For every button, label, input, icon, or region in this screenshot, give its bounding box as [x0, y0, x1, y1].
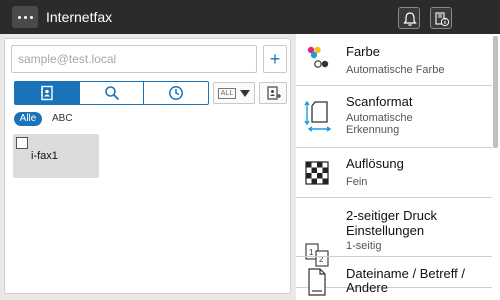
device-info-icon[interactable]	[430, 7, 452, 29]
address-entry-card[interactable]: i-fax1	[13, 134, 99, 178]
top-bar: Internetfax	[0, 0, 500, 34]
setting-duplex-title: 2-seitiger Druck Einstellungen	[346, 208, 438, 238]
search-icon	[104, 86, 119, 101]
add-address-book-icon	[267, 86, 281, 100]
filter-abc-chip[interactable]: ABC	[52, 112, 73, 126]
setting-scan-size-value: Automatische Erkennung	[346, 112, 413, 136]
search-tab[interactable]	[80, 82, 145, 104]
setting-filename-title: Dateiname / Betreff / Andere	[346, 266, 465, 295]
setting-color-title: Farbe	[346, 44, 380, 59]
settings-panel: Farbe Automatische Farbe Scanformat Auto…	[296, 34, 500, 300]
clock-icon	[169, 86, 184, 100]
setting-scan-size[interactable]: Scanformat Automatische Erkennung	[296, 86, 492, 148]
setting-color-value: Automatische Farbe	[346, 64, 445, 76]
bell-icon[interactable]	[398, 7, 420, 29]
scan-size-icon	[304, 100, 332, 132]
setting-color[interactable]: Farbe Automatische Farbe	[296, 34, 492, 86]
document-icon	[308, 268, 326, 296]
chevron-down-icon	[240, 89, 251, 97]
color-dots-icon	[307, 46, 329, 68]
filter-all-chip[interactable]: Alle	[14, 112, 42, 126]
entry-checkbox[interactable]	[16, 137, 28, 149]
app-title: Internetfax	[46, 9, 113, 25]
setting-filename[interactable]: Dateiname / Betreff / Andere	[296, 256, 492, 300]
all-badge: ALL	[217, 87, 237, 99]
address-input[interactable]	[11, 45, 257, 73]
add-address-button[interactable]: +	[263, 45, 287, 73]
setting-resolution-title: Auflösung	[346, 156, 404, 171]
settings-scrollbar[interactable]	[493, 36, 498, 148]
address-book-icon	[40, 85, 53, 101]
addressbook-tab[interactable]	[15, 82, 80, 104]
history-tab[interactable]	[144, 82, 208, 104]
address-panel: + ALL Alle ABC i-fax1	[4, 38, 291, 294]
setting-duplex-value: 1-seitig	[346, 240, 382, 252]
setting-scan-size-title: Scanformat	[346, 94, 413, 109]
setting-resolution[interactable]: Auflösung Fein	[296, 148, 492, 198]
resolution-grid-icon	[305, 161, 329, 185]
address-tabs	[14, 81, 209, 105]
register-address-button[interactable]	[259, 82, 287, 104]
all-filter-dropdown[interactable]: ALL	[213, 82, 255, 104]
setting-resolution-value: Fein	[346, 176, 368, 188]
more-dots-icon[interactable]	[12, 6, 38, 28]
entry-label: i-fax1	[31, 150, 58, 162]
